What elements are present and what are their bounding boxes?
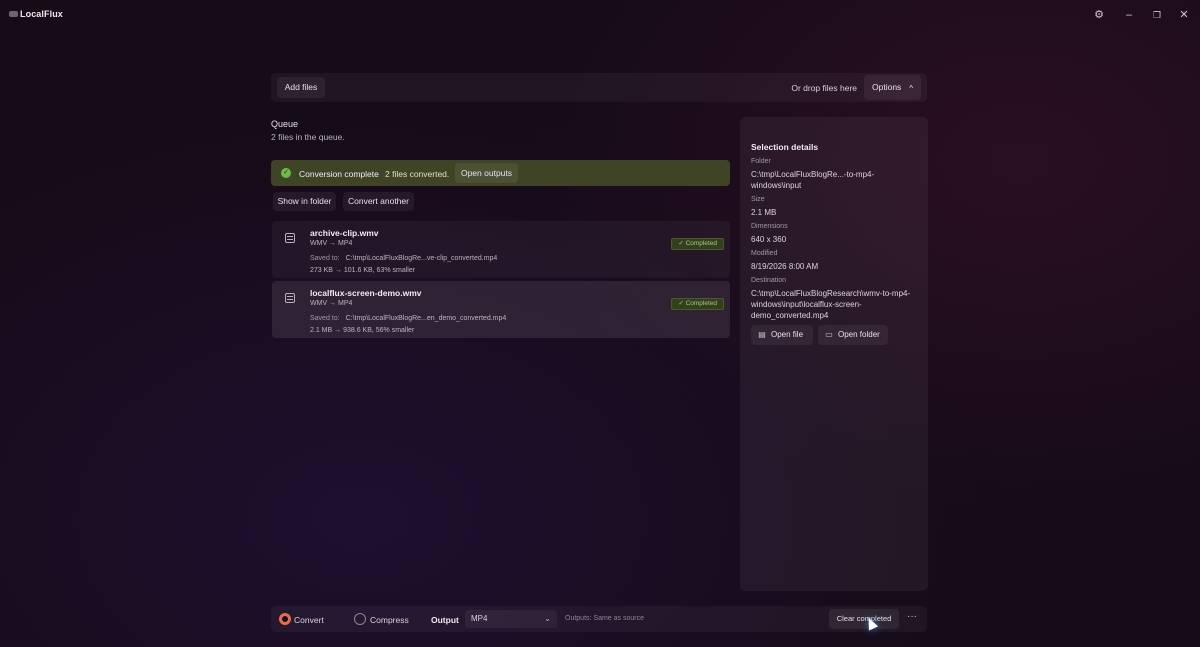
completion-banner: ✓ Conversion complete 2 files converted.…: [271, 160, 730, 186]
saved-path: C:\tmp\LocalFluxBlogRe...ve-clip_convert…: [345, 255, 498, 262]
banner-title: Conversion complete: [299, 169, 379, 179]
gear-icon[interactable]: ⚙: [1091, 7, 1107, 23]
file-saved-to: Saved to: C:\tmp\LocalFluxBlogRe...ve-cli…: [310, 255, 497, 262]
file-format: WMV → MP4: [310, 240, 353, 247]
title-bar: LocalFlux ⚙ – ❐ ✕: [0, 0, 1200, 30]
minimize-icon[interactable]: –: [1121, 7, 1137, 23]
chevron-down-icon: ⌄: [544, 614, 551, 623]
file-size-change: 2.1 MB → 938.6 KB, 56% smaller: [310, 327, 415, 334]
output-hint: Outputs: Same as source: [565, 615, 644, 622]
restore-icon[interactable]: ❐: [1149, 7, 1165, 23]
compress-radio[interactable]: [354, 613, 366, 625]
details-title: Selection details: [751, 142, 819, 152]
app-title: LocalFlux: [20, 9, 63, 19]
dimensions-label: Dimensions: [751, 223, 788, 230]
file-format: WMV → MP4: [310, 300, 353, 307]
app-logo-icon: [9, 11, 18, 17]
open-file-label: Open file: [771, 330, 804, 339]
modified-label: Modified: [751, 250, 778, 257]
options-button[interactable]: Options ^: [864, 75, 921, 100]
saved-path: C:\tmp\LocalFluxBlogRe...en_demo_convert…: [345, 315, 507, 322]
size-value: 2.1 MB: [751, 208, 777, 217]
saved-label: Saved to:: [310, 315, 340, 322]
check-circle-icon: ✓: [281, 168, 291, 178]
output-format-select[interactable]: MP4 ⌄: [465, 610, 557, 628]
saved-label: Saved to:: [310, 255, 340, 262]
video-file-icon: [285, 293, 295, 303]
compress-radio-label[interactable]: Compress: [370, 615, 409, 625]
file-size-change: 273 KB → 101.6 KB, 63% smaller: [310, 267, 416, 274]
open-folder-label: Open folder: [838, 330, 880, 339]
show-in-folder-button[interactable]: Show in folder: [273, 192, 336, 211]
more-options-icon[interactable]: ···: [905, 611, 919, 625]
chevron-up-icon: ^: [909, 84, 913, 93]
file-toolbar: Add files Or drop files here Options ^: [271, 73, 927, 102]
modified-value: 8/19/2026 8:00 AM: [751, 262, 819, 271]
output-label: Output: [431, 615, 459, 625]
queue-title: Queue: [271, 119, 299, 129]
drop-hint: Or drop files here: [791, 83, 857, 93]
folder-icon: ▭: [825, 330, 833, 339]
open-outputs-button[interactable]: Open outputs: [455, 163, 518, 183]
banner-message: 2 files converted.: [385, 169, 450, 179]
destination-label: Destination: [751, 277, 787, 284]
video-file-icon: [285, 233, 295, 243]
convert-another-button[interactable]: Convert another: [343, 192, 414, 211]
status-badge: ✓ Completed: [671, 298, 724, 310]
file-saved-to: Saved to: C:\tmp\LocalFluxBlogRe...en_dem…: [310, 315, 506, 322]
file-card[interactable]: archive-clip.wmv WMV → MP4 Saved to: C:\t…: [272, 221, 730, 278]
convert-radio-label[interactable]: Convert: [294, 615, 324, 625]
file-icon: ▤: [758, 330, 766, 339]
dimensions-value: 640 x 360: [751, 235, 787, 244]
output-format-value: MP4: [471, 614, 488, 623]
open-folder-button[interactable]: ▭ Open folder: [818, 325, 888, 345]
size-label: Size: [751, 196, 765, 203]
close-icon[interactable]: ✕: [1176, 7, 1192, 23]
convert-radio[interactable]: [279, 613, 291, 625]
options-label: Options: [872, 82, 902, 92]
folder-label: Folder: [751, 158, 771, 165]
queue-count: 2 files in the queue.: [271, 132, 345, 142]
open-file-button[interactable]: ▤ Open file: [751, 325, 813, 345]
file-name: localflux-screen-demo.wmv: [310, 288, 422, 298]
file-card-selected[interactable]: localflux-screen-demo.wmv WMV → MP4 Save…: [272, 281, 730, 338]
destination-value: C:\tmp\LocalFluxBlogResearch\wmv-to-mp4-…: [751, 289, 911, 320]
status-badge: ✓ Completed: [671, 238, 724, 250]
add-files-button[interactable]: Add files: [277, 77, 325, 98]
folder-value: C:\tmp\LocalFluxBlogRe...-to-mp4-windows…: [751, 170, 875, 190]
selection-details-panel: Selection details Folder C:\tmp\LocalFlu…: [740, 117, 928, 591]
bottom-bar: Convert Compress Output MP4 ⌄ Outputs: S…: [271, 606, 927, 632]
file-name: archive-clip.wmv: [310, 228, 379, 238]
